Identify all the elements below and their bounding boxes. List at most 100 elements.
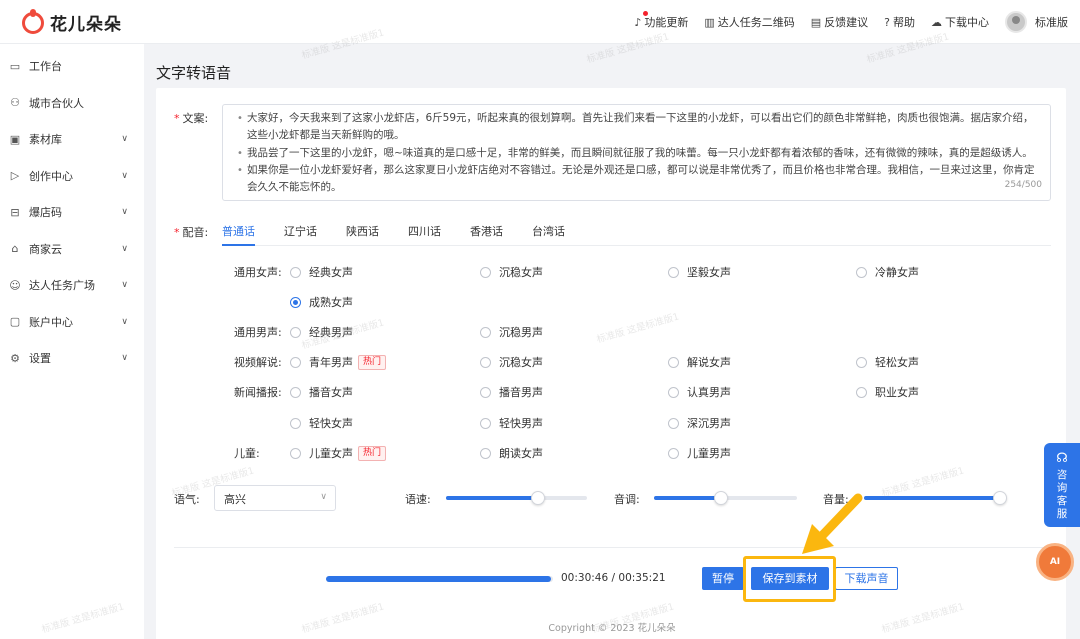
help-link[interactable]: ? 帮助 (884, 14, 915, 30)
sidebar-item-creation-center[interactable]: ▷ 创作中心 ∨ (0, 158, 144, 195)
voice-option[interactable]: 解说女声 (668, 354, 731, 370)
help-icon: ? (884, 15, 890, 29)
sidebar: ▭ 工作台 ⚇ 城市合伙人 ▣ 素材库 ∨ ▷ 创作中心 ∨ ⊟ 爆店码 ∨ ⌂ 商家云 ∨ ☺ 达人… (0, 44, 144, 639)
feedback-link[interactable]: ▤ 反馈建议 (811, 14, 868, 30)
voice-option[interactable]: 朗读女声 (480, 445, 543, 461)
voice-option[interactable]: 沉稳女声 (480, 264, 543, 280)
partner-icon: ⚇ (10, 96, 20, 110)
tab-liaoning[interactable]: 辽宁话 (284, 216, 317, 245)
sidebar-item-material-library[interactable]: ▣ 素材库 ∨ (0, 121, 144, 158)
playback-progress[interactable] (326, 576, 553, 582)
volume-slider[interactable] (864, 491, 1007, 505)
slider-fill (654, 496, 722, 500)
voice-option[interactable]: 儿童男声 (668, 445, 731, 461)
voice-option[interactable]: 沉稳男声 (480, 324, 543, 340)
voice-option[interactable]: 播音女声 (290, 384, 353, 400)
sidebar-item-city-partner[interactable]: ⚇ 城市合伙人 (0, 85, 144, 122)
slider-handle[interactable] (530, 491, 545, 505)
customer-service-button[interactable]: ☊ 咨询客服 (1044, 443, 1080, 527)
voice-option[interactable]: 经典女声 (290, 264, 353, 280)
voice-option[interactable]: 沉稳女声 (480, 354, 543, 370)
voice-option[interactable]: 冷静女声 (856, 264, 919, 280)
store-icon: ⌂ (11, 242, 19, 256)
pitch-label: 音调: (614, 493, 640, 506)
radio-button[interactable] (290, 417, 301, 429)
pitch-slider[interactable] (654, 491, 797, 505)
download-audio-button[interactable]: 下载声音 (835, 567, 898, 590)
voice-option[interactable]: 认真男声 (668, 384, 731, 400)
qrcode-icon: ▥ (704, 15, 715, 29)
download-center-link[interactable]: ☁ 下载中心 (931, 14, 989, 30)
voice-option[interactable]: 经典男声 (290, 324, 353, 340)
radio-button-checked[interactable] (290, 296, 301, 308)
text-input[interactable]: 大家好，今天我来到了这家小龙虾店，6斤59元，听起来真的很划算啊。首先让我们来看… (222, 104, 1051, 201)
chevron-down-icon: ∨ (121, 207, 128, 218)
tab-taiwan[interactable]: 台湾话 (532, 216, 565, 245)
account-icon: ▢ (9, 315, 21, 329)
chevron-down-icon: ∨ (121, 243, 128, 254)
voice-option[interactable]: 职业女声 (856, 384, 919, 400)
speed-slider[interactable] (446, 491, 587, 505)
radio-button[interactable] (668, 386, 679, 398)
sidebar-item-talent-tasks[interactable]: ☺ 达人任务广场 ∨ (0, 267, 144, 304)
task-qrcode-link[interactable]: ▥ 达人任务二维码 (704, 14, 794, 30)
radio-button[interactable] (480, 266, 491, 278)
radio-button[interactable] (856, 266, 867, 278)
radio-button[interactable] (480, 386, 491, 398)
mood-select[interactable]: 高兴 ∨ (214, 485, 336, 511)
slider-handle[interactable] (714, 491, 729, 505)
sidebar-item-store-code[interactable]: ⊟ 爆店码 ∨ (0, 194, 144, 231)
voice-option[interactable]: 轻快男声 (480, 415, 543, 431)
header-links: ♪ 功能更新 ▥ 达人任务二维码 ▤ 反馈建议 ? 帮助 ☁ 下载中心 标准版 (618, 0, 1068, 44)
radio-button[interactable] (668, 266, 679, 278)
radio-button[interactable] (480, 326, 491, 338)
sidebar-item-workbench[interactable]: ▭ 工作台 (0, 48, 144, 85)
voice-option[interactable]: 轻快女声 (290, 415, 353, 431)
voice-option[interactable]: 轻松女声 (856, 354, 919, 370)
slider-fill (864, 496, 1000, 500)
radio-button[interactable] (668, 417, 679, 429)
voice-group-label: 新闻播报: (234, 386, 282, 399)
sidebar-item-merchant-cloud[interactable]: ⌂ 商家云 ∨ (0, 231, 144, 268)
chevron-down-icon: ∨ (320, 492, 327, 502)
radio-button[interactable] (480, 417, 491, 429)
tab-mandarin[interactable]: 普通话 (222, 216, 255, 246)
voice-option-selected[interactable]: 成熟女声 (290, 294, 353, 310)
radio-button[interactable] (290, 386, 301, 398)
radio-button[interactable] (668, 356, 679, 368)
voice-option[interactable]: 深沉男声 (668, 415, 731, 431)
user-icon: ☺ (9, 278, 21, 292)
char-counter: 254/500 (1004, 179, 1042, 190)
voice-group-label: 通用男声: (234, 326, 282, 339)
radio-button[interactable] (290, 326, 301, 338)
hot-badge: 热门 (358, 445, 387, 461)
hot-badge: 热门 (358, 354, 387, 370)
voice-option[interactable]: 坚毅女声 (668, 264, 731, 280)
sidebar-item-account-center[interactable]: ▢ 账户中心 ∨ (0, 304, 144, 341)
top-bar: 花儿朵朵 ♪ 功能更新 ▥ 达人任务二维码 ▤ 反馈建议 ? 帮助 ☁ 下载中心… (0, 0, 1080, 44)
radio-button[interactable] (290, 266, 301, 278)
voice-option[interactable]: 青年男声 热门 (290, 354, 387, 370)
slider-handle[interactable] (992, 491, 1007, 505)
radio-button[interactable] (856, 356, 867, 368)
ai-assistant-button[interactable]: AI (1036, 543, 1074, 581)
sidebar-item-settings[interactable]: ⚙ 设置 ∨ (0, 340, 144, 377)
radio-button[interactable] (290, 447, 301, 459)
voice-option[interactable]: 播音男声 (480, 384, 543, 400)
pause-button[interactable]: 暂停 (702, 567, 744, 590)
tab-hongkong[interactable]: 香港话 (470, 216, 503, 245)
radio-button[interactable] (668, 447, 679, 459)
voice-option[interactable]: 儿童女声 热门 (290, 445, 387, 461)
avatar[interactable] (1005, 11, 1027, 33)
dialect-tabs: 普通话 辽宁话 陕西话 四川话 香港话 台湾话 (222, 216, 1051, 246)
radio-button[interactable] (480, 356, 491, 368)
radio-button[interactable] (856, 386, 867, 398)
tab-shaanxi[interactable]: 陕西话 (346, 216, 379, 245)
feature-update-link[interactable]: ♪ 功能更新 (634, 11, 688, 30)
tab-sichuan[interactable]: 四川话 (408, 216, 441, 245)
brand-logo[interactable]: 花儿朵朵 (22, 8, 122, 35)
mood-label: 语气: (174, 493, 200, 506)
headset-icon: ☊ (1056, 451, 1068, 466)
radio-button[interactable] (290, 356, 301, 368)
radio-button[interactable] (480, 447, 491, 459)
